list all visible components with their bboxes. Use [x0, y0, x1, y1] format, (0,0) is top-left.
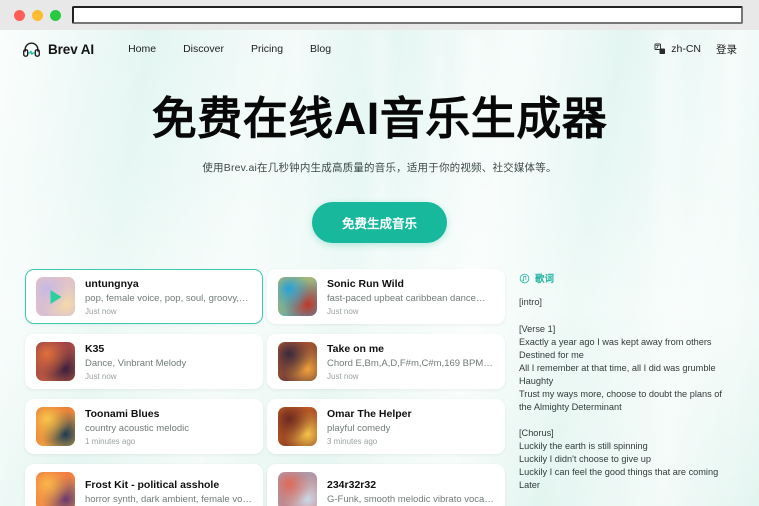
headphones-icon: [23, 41, 40, 57]
song-timestamp: Just now: [85, 371, 117, 381]
nav-item-home[interactable]: Home: [128, 43, 156, 55]
cta-container: 免费生成音乐: [0, 202, 759, 244]
song-description: playful comedy: [327, 422, 391, 434]
song-thumbnail[interactable]: [278, 472, 317, 506]
song-meta: Omar The Helper playful comedy 3 minutes a…: [327, 408, 494, 446]
song-card[interactable]: Toonami Blues country acoustic melodic 1 m…: [25, 399, 263, 455]
address-bar[interactable]: [72, 6, 743, 24]
song-title: Frost Kit - political asshole: [85, 478, 220, 491]
song-thumbnail[interactable]: [36, 277, 75, 317]
song-card[interactable]: Frost Kit - political asshole horror synt…: [25, 464, 263, 506]
generate-music-button[interactable]: 免费生成音乐: [311, 202, 447, 244]
header-actions: zh-CN 登录: [654, 42, 737, 57]
song-card[interactable]: Take on me Chord E,Bm,A,D,F#m,C#m,169 BPM…: [267, 334, 505, 390]
song-timestamp: Just now: [327, 306, 359, 316]
song-thumbnail[interactable]: [278, 277, 317, 317]
nav-item-discover[interactable]: Discover: [183, 43, 224, 55]
song-title: K35: [85, 342, 105, 355]
lyrics-heading: 歌词: [535, 274, 555, 286]
song-description: fast-paced upbeat caribbean dance…: [327, 292, 486, 304]
song-timestamp: 3 minutes ago: [327, 436, 378, 446]
music-note-icon: [519, 273, 530, 284]
song-timestamp: Just now: [85, 306, 117, 316]
song-meta: untungnya pop, female voice, pop, soul, g…: [85, 278, 252, 316]
language-selector[interactable]: zh-CN: [654, 43, 701, 55]
browser-chrome: [0, 0, 759, 30]
song-meta: Sonic Run Wild fast-paced upbeat caribbea…: [327, 278, 494, 316]
lyrics-header: 歌词: [519, 271, 737, 285]
song-meta: Frost Kit - political asshole horror synt…: [85, 479, 252, 505]
song-thumbnail[interactable]: [36, 472, 75, 506]
page-body: Brev AI Home Discover Pricing Blog zh-CN…: [0, 30, 759, 506]
song-meta: K35 Dance, Vinbrant Melody Just now: [85, 343, 252, 381]
song-meta: 234r32r32 G-Funk, smooth melodic vibrato …: [327, 479, 494, 505]
song-thumbnail[interactable]: [36, 342, 75, 382]
song-description: horror synth, dark ambient, female vocal…: [85, 493, 252, 505]
nav-item-blog[interactable]: Blog: [310, 43, 331, 55]
main-nav: Home Discover Pricing Blog: [128, 43, 331, 55]
hero-section: 免费在线AI音乐生成器 使用Brev.ai在几秒钟内生成高质量的音乐，适用于你的…: [0, 68, 759, 244]
song-timestamp: Just now: [327, 371, 359, 381]
song-column-left: untungnya pop, female voice, pop, soul, g…: [25, 269, 263, 506]
page-title: 免费在线AI音乐生成器: [151, 93, 608, 144]
language-label: zh-CN: [671, 43, 701, 55]
song-title: 234r32r32: [327, 478, 377, 491]
site-header: Brev AI Home Discover Pricing Blog zh-CN…: [0, 30, 759, 68]
song-timestamp: 1 minutes ago: [85, 436, 136, 446]
song-title: untungnya: [85, 277, 139, 290]
song-title: Sonic Run Wild: [327, 277, 404, 290]
traffic-lights: [14, 9, 61, 21]
song-thumbnail[interactable]: [278, 342, 317, 382]
song-title: Omar The Helper: [327, 407, 412, 420]
lyrics-panel: 歌词 [intro] [Verse 1] Exactly a year ago …: [509, 269, 737, 506]
minimize-window-button[interactable]: [32, 9, 43, 21]
lyrics-text: [intro] [Verse 1] Exactly a year ago I w…: [519, 297, 722, 491]
song-thumbnail[interactable]: [36, 407, 75, 447]
nav-item-pricing[interactable]: Pricing: [251, 43, 283, 55]
song-description: G-Funk, smooth melodic vibrato vocals, r…: [327, 493, 494, 505]
brand-name: Brev AI: [48, 41, 95, 57]
song-card[interactable]: 234r32r32 G-Funk, smooth melodic vibrato …: [267, 464, 505, 506]
song-card[interactable]: untungnya pop, female voice, pop, soul, g…: [25, 269, 263, 325]
song-description: country acoustic melodic: [85, 422, 190, 434]
song-description: Dance, Vinbrant Melody: [85, 357, 187, 369]
song-card[interactable]: Omar The Helper playful comedy 3 minutes a…: [267, 399, 505, 455]
song-column-right: Sonic Run Wild fast-paced upbeat caribbea…: [267, 269, 505, 506]
translate-icon: [654, 43, 666, 54]
content-area: untungnya pop, female voice, pop, soul, g…: [0, 269, 759, 506]
song-meta: Take on me Chord E,Bm,A,D,F#m,C#m,169 BPM…: [327, 343, 494, 381]
song-card[interactable]: K35 Dance, Vinbrant Melody Just now: [25, 334, 263, 390]
song-card[interactable]: Sonic Run Wild fast-paced upbeat caribbea…: [267, 269, 505, 325]
song-thumbnail[interactable]: [278, 407, 317, 447]
song-title: Toonami Blues: [85, 407, 160, 420]
hero-subtitle: 使用Brev.ai在几秒钟内生成高质量的音乐，适用于你的视频、社交媒体等。: [202, 162, 557, 175]
app-window: Brev AI Home Discover Pricing Blog zh-CN…: [0, 0, 759, 506]
login-button[interactable]: 登录: [716, 42, 737, 57]
song-meta: Toonami Blues country acoustic melodic 1 m…: [85, 408, 252, 446]
brand-logo[interactable]: Brev AI: [22, 40, 94, 59]
maximize-window-button[interactable]: [50, 9, 61, 21]
play-icon[interactable]: [50, 289, 61, 304]
close-window-button[interactable]: [14, 9, 25, 21]
song-title: Take on me: [327, 342, 384, 355]
song-description: pop, female voice, pop, soul, groovy,…: [85, 292, 249, 304]
song-description: Chord E,Bm,A,D,F#m,C#m,169 BPM,A-Ha…: [327, 357, 494, 369]
